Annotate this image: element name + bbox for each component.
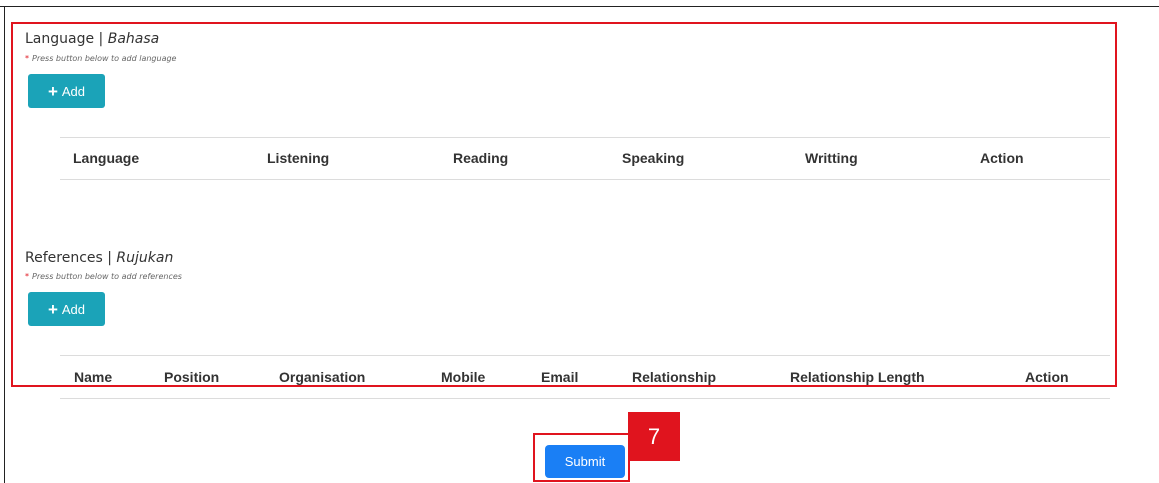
required-star: * bbox=[25, 272, 29, 281]
column-header-writting: Writting bbox=[805, 150, 858, 166]
add-language-button[interactable]: + Add bbox=[28, 74, 105, 108]
references-section-title: References | Rujukan bbox=[25, 250, 173, 266]
column-header-speaking: Speaking bbox=[622, 150, 685, 166]
page-frame-left bbox=[4, 6, 5, 483]
add-reference-label: Add bbox=[61, 301, 86, 317]
submit-button[interactable]: Submit bbox=[545, 445, 625, 478]
references-table-header-border bbox=[60, 398, 1110, 399]
column-header-listening: Listening bbox=[267, 150, 330, 166]
page-frame-top bbox=[0, 6, 1159, 7]
plus-icon: + bbox=[47, 81, 58, 101]
annotation-highlight-box bbox=[11, 22, 1117, 387]
add-reference-button[interactable]: + Add bbox=[28, 292, 105, 326]
language-title-text: Language | bbox=[25, 31, 108, 47]
language-table-header-border bbox=[60, 179, 1110, 180]
column-header-relationship: Relationship bbox=[632, 369, 717, 385]
column-header-action: Action bbox=[1025, 369, 1069, 385]
language-section-title: Language | Bahasa bbox=[25, 31, 159, 47]
column-header-organisation: Organisation bbox=[279, 369, 366, 385]
column-header-reading: Reading bbox=[453, 150, 509, 166]
language-hint-text: Press button below to add language bbox=[32, 54, 177, 63]
column-header-name: Name bbox=[74, 369, 113, 385]
plus-icon: + bbox=[47, 299, 58, 319]
references-hint: * Press button below to add references bbox=[25, 272, 182, 281]
add-language-label: Add bbox=[61, 83, 86, 99]
column-header-relationship-length: Relationship Length bbox=[790, 369, 925, 385]
language-hint: * Press button below to add language bbox=[25, 54, 176, 63]
step-number-badge: 7 bbox=[628, 412, 680, 461]
references-table-top-border bbox=[60, 355, 1110, 356]
references-hint-text: Press button below to add references bbox=[32, 272, 182, 281]
required-star: * bbox=[25, 54, 29, 63]
references-title-text: References | bbox=[25, 250, 117, 266]
column-header-action: Action bbox=[980, 150, 1024, 166]
references-title-italic: Rujukan bbox=[116, 250, 174, 266]
column-header-email: Email bbox=[541, 369, 579, 385]
column-header-language: Language bbox=[73, 150, 140, 166]
language-title-italic: Bahasa bbox=[107, 31, 160, 47]
language-table-top-border bbox=[60, 137, 1110, 138]
column-header-position: Position bbox=[164, 369, 220, 385]
column-header-mobile: Mobile bbox=[441, 369, 486, 385]
